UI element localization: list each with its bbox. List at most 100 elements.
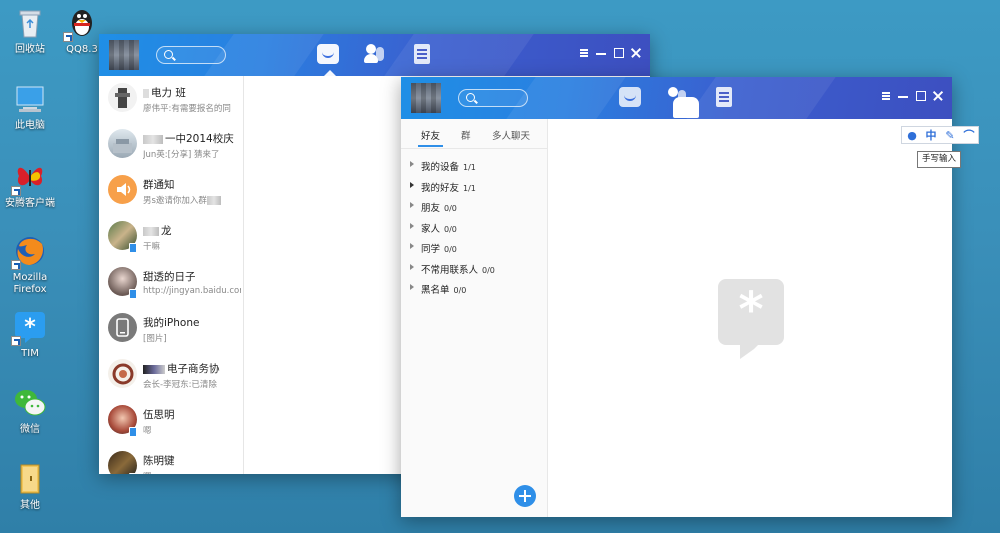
tab-multi-chat[interactable]: 多人聊天 (492, 128, 530, 142)
window-titlebar[interactable] (401, 77, 952, 119)
window-titlebar[interactable] (99, 34, 650, 76)
paw-icon[interactable]: ● (904, 128, 920, 144)
shortcut-arrow-icon (11, 336, 21, 346)
shortcut-arrow-icon (63, 32, 73, 42)
maximize-button[interactable] (613, 47, 625, 59)
search-box[interactable] (458, 89, 528, 107)
message-item[interactable]: 电力 班 廖伟平:有需要报名的同 (99, 76, 243, 122)
desktop-icon-label: 其他 (20, 500, 40, 511)
message-list[interactable]: 电力 班 廖伟平:有需要报名的同 一中2014校庆 Jun英:[分享] 猜来了 … (99, 76, 244, 474)
documents-tab-icon[interactable] (414, 44, 430, 64)
menu-icon[interactable] (880, 90, 892, 102)
shortcut-arrow-icon (11, 186, 21, 196)
contact-group-list: 我的设备 1/1 我的好友 1/1 朋友 0/0 家人 0/0 同学 0/0 不常用联系人… (401, 149, 547, 300)
computer-icon (13, 82, 47, 116)
message-item[interactable]: 甜透的日子 http://jingyan.baidu.com/ (99, 260, 243, 306)
avatar (108, 129, 137, 158)
tab-groups[interactable]: 群 (461, 128, 471, 142)
folder-icon (13, 462, 47, 496)
contacts-sidebar[interactable]: 好友 群 多人聊天 我的设备 1/1 我的好友 1/1 朋友 0/0 家人 0/0 同学… (401, 119, 548, 517)
message-name: 伍思明 (143, 409, 175, 421)
watermark-logo: Bai du 经验 (750, 448, 943, 488)
handwriting-tooltip: 手写输入 (917, 151, 962, 168)
message-item[interactable]: 龙 干嘛 (99, 214, 243, 260)
contact-group[interactable]: 黑名单 0/0 (401, 279, 547, 300)
message-item[interactable]: 伍思明 嗯 (99, 398, 243, 444)
message-name: 陈明键 (143, 455, 175, 467)
contact-group[interactable]: 我的设备 1/1 (401, 156, 547, 177)
messages-tab-icon[interactable] (619, 87, 641, 107)
message-preview: [图片] (143, 334, 167, 344)
message-item[interactable]: 陈明键 嗯 (99, 444, 243, 474)
redacted-text (143, 88, 149, 98)
message-item[interactable]: 群通知 男s邀请你加入群 (99, 168, 243, 214)
titlebar-decoration (384, 34, 534, 76)
search-icon (466, 93, 475, 102)
ime-toolbar[interactable]: ● 中 ✎ ⌒ (901, 126, 979, 144)
minimize-button[interactable] (595, 47, 607, 59)
tim-logo-placeholder-icon: * (718, 279, 784, 359)
desktop-icon-wechat[interactable]: 微信 (0, 386, 60, 436)
add-contact-button[interactable] (514, 485, 536, 507)
message-name: 一中2014校庆 (143, 131, 241, 146)
expand-arrow-icon (410, 263, 417, 270)
desktop-icon-this-pc[interactable]: 此电脑 (0, 82, 60, 132)
contact-group[interactable]: 我的好友 1/1 (401, 177, 547, 198)
avatar (108, 83, 137, 112)
message-item[interactable]: 我的iPhone [图片] (99, 306, 243, 352)
phone-online-icon (129, 289, 137, 299)
avatar (108, 359, 137, 388)
message-name: 甜透的日子 (143, 271, 196, 283)
message-item[interactable]: 一中2014校庆 Jun英:[分享] 猜来了 (99, 122, 243, 168)
menu-icon[interactable] (578, 47, 590, 59)
contact-group[interactable]: 同学 0/0 (401, 238, 547, 259)
close-button[interactable] (932, 90, 944, 102)
message-preview: 廖伟平:有需要报名的同 (143, 104, 231, 114)
contacts-tab-icon[interactable] (666, 87, 699, 118)
firefox-icon (11, 234, 47, 270)
qq-penguin-icon (63, 6, 99, 42)
search-icon (164, 50, 173, 59)
message-preview: Jun英:[分享] 猜来了 (143, 150, 220, 160)
avatar (108, 451, 137, 474)
messages-tab-icon[interactable] (317, 44, 339, 76)
svg-text:*: * (24, 315, 36, 340)
message-name: 龙 (143, 223, 241, 238)
device-phone-icon (108, 313, 137, 342)
shortcut-arrow-icon (11, 260, 21, 270)
close-button[interactable] (630, 47, 642, 59)
desktop-icon-label: 回收站 (15, 44, 45, 55)
butterfly-icon (11, 160, 47, 196)
desktop-icon-antivirus[interactable]: 安腾客户端 (0, 160, 60, 210)
recycle-bin-icon (13, 6, 47, 40)
desktop-icon-recycle-bin[interactable]: 回收站 (0, 6, 60, 56)
user-avatar[interactable] (109, 40, 139, 70)
maximize-button[interactable] (915, 90, 927, 102)
message-preview: 会长-李冠东:已清除 (143, 380, 217, 390)
redacted-text (206, 196, 221, 205)
group-notification-icon (108, 175, 137, 204)
message-item[interactable]: 电子商务协 会长-李冠东:已清除 (99, 352, 243, 398)
tab-friends[interactable]: 好友 (417, 128, 444, 147)
desktop-icon-label: 此电脑 (15, 120, 45, 131)
minimize-button[interactable] (897, 90, 909, 102)
desktop-icon-label: Mozilla Firefox (12, 272, 48, 295)
crop-icon[interactable]: ⌒ (961, 128, 977, 144)
ime-mode-button[interactable]: 中 (923, 128, 939, 144)
expand-arrow-icon (410, 181, 417, 188)
contact-group[interactable]: 不常用联系人 0/0 (401, 259, 547, 280)
pencil-icon[interactable]: ✎ (942, 128, 958, 144)
expand-arrow-icon (410, 243, 417, 249)
desktop-icon-tim[interactable]: * TIM (0, 310, 60, 360)
search-box[interactable] (156, 46, 226, 64)
contact-group[interactable]: 家人 0/0 (401, 218, 547, 239)
titlebar-decoration (686, 77, 836, 119)
contact-group[interactable]: 朋友 0/0 (401, 197, 547, 218)
documents-tab-icon[interactable] (716, 87, 732, 107)
contacts-tab-icon[interactable] (364, 44, 386, 64)
desktop-icon-folder[interactable]: 其他 (0, 462, 60, 512)
message-name: 电子商务协 (143, 361, 241, 376)
user-avatar[interactable] (411, 83, 441, 113)
desktop-icon-firefox[interactable]: Mozilla Firefox (0, 234, 60, 296)
phone-online-icon (129, 243, 137, 253)
